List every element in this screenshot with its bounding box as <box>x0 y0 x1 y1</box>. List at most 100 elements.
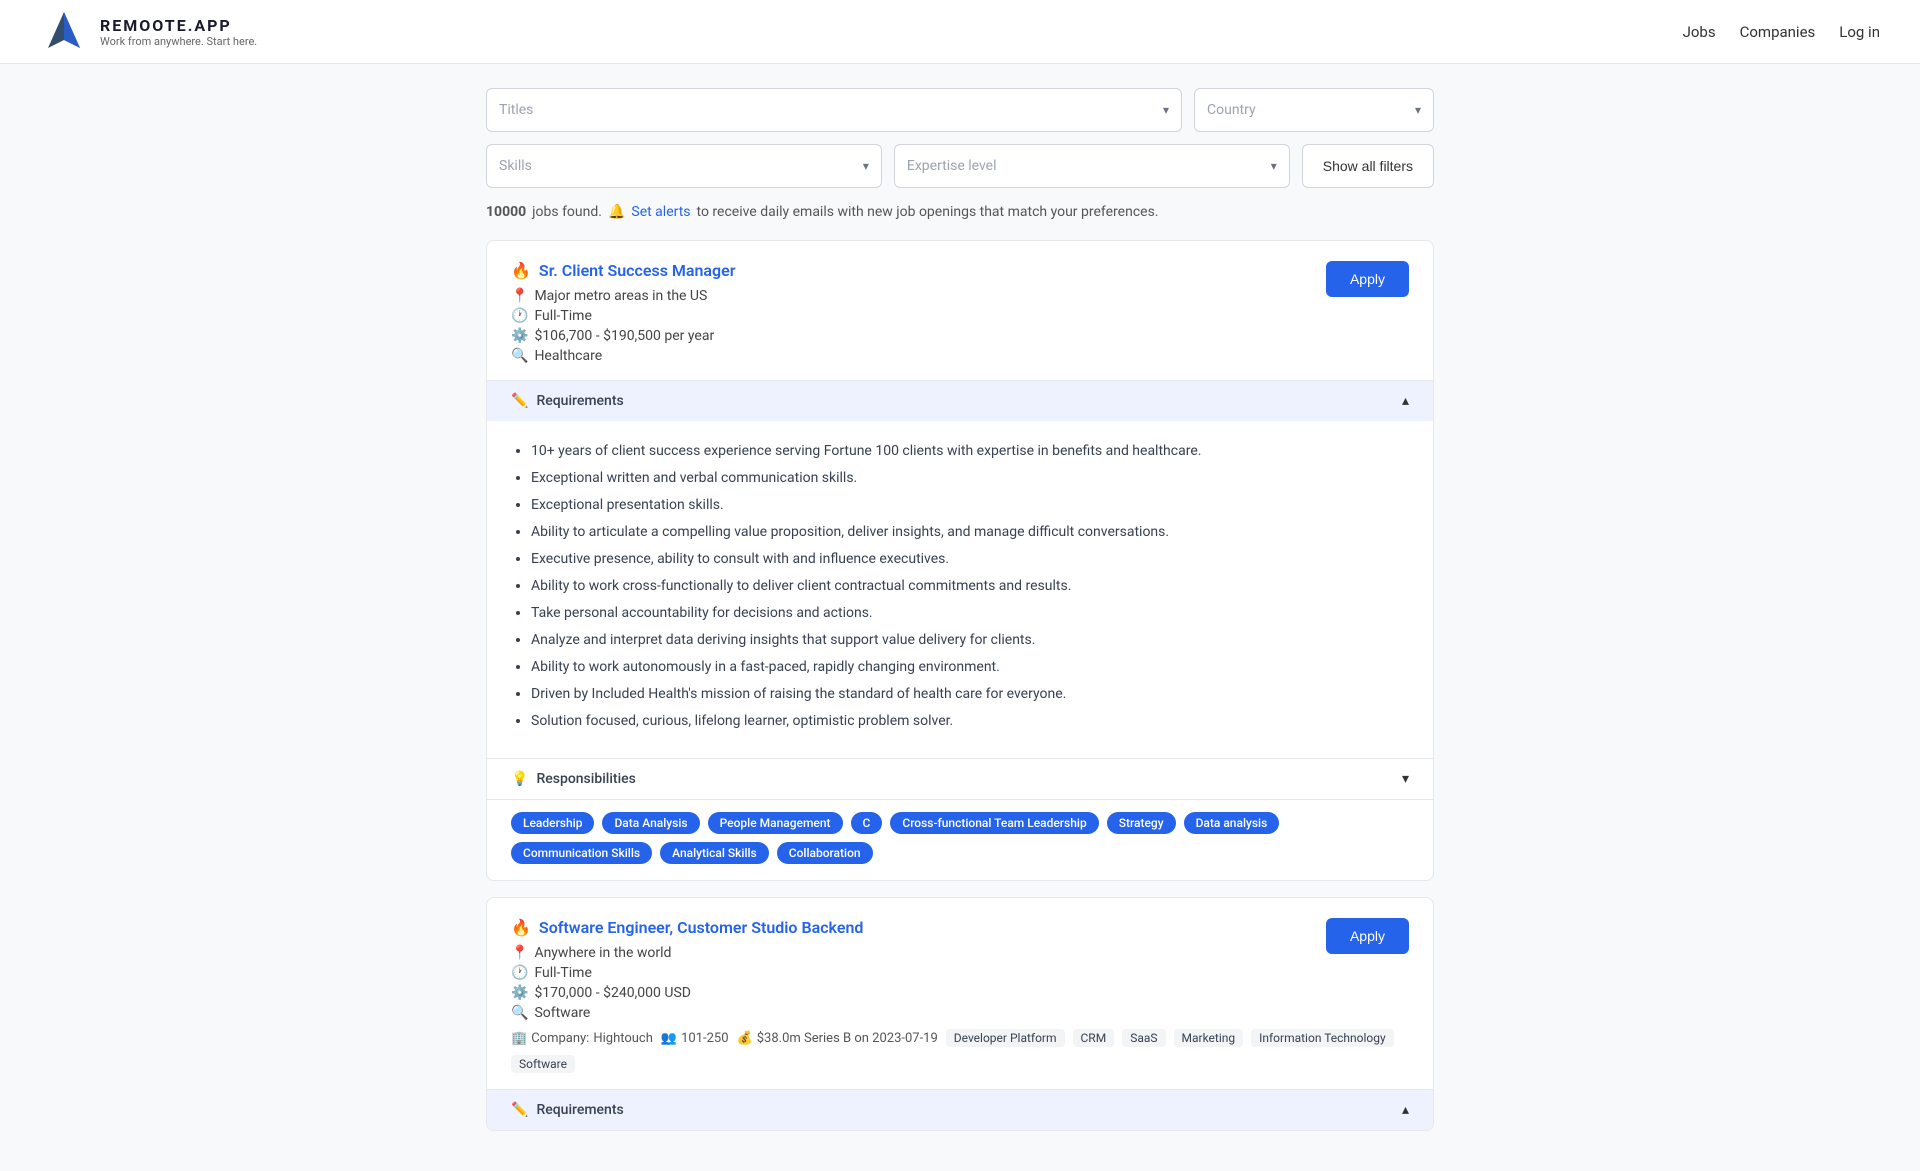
requirements-label-2: Requirements <box>536 1102 623 1118</box>
job-title-2[interactable]: 🔥 Software Engineer, Customer Studio Bac… <box>511 918 1409 937</box>
req-item: Driven by Included Health's mission of r… <box>531 684 1409 705</box>
expertise-placeholder: Expertise level <box>907 158 997 174</box>
req-item: Solution focused, curious, lifelong lear… <box>531 711 1409 732</box>
job-title-1[interactable]: 🔥 Sr. Client Success Manager <box>511 261 1409 280</box>
clock-icon-1: 🕐 <box>511 308 528 324</box>
tag-strategy[interactable]: Strategy <box>1107 812 1176 834</box>
titles-filter[interactable]: Titles ▾ <box>486 88 1182 132</box>
set-alerts-link[interactable]: Set alerts <box>631 204 690 220</box>
chevron-up-icon-1: ▴ <box>1402 393 1409 409</box>
job-category-2: 🔍 Software <box>511 1005 1409 1021</box>
apply-button-2[interactable]: Apply <box>1326 918 1409 954</box>
category-icon-1: 🔍 <box>511 348 528 364</box>
results-count-label: jobs found. <box>532 204 602 220</box>
company-tag-crm: CRM <box>1073 1029 1115 1047</box>
results-count: 10000 <box>486 204 526 220</box>
logo-icon <box>40 8 88 56</box>
responsibilities-header-1[interactable]: 💡 Responsibilities ▾ <box>487 759 1433 799</box>
chevron-down-responsibilities-icon: ▾ <box>1402 771 1409 787</box>
results-info: 10000 jobs found. 🔔 Set alerts to receiv… <box>486 204 1434 220</box>
nav-companies[interactable]: Companies <box>1740 23 1816 41</box>
country-filter[interactable]: Country ▾ <box>1194 88 1434 132</box>
req-item: Ability to work cross-functionally to de… <box>531 576 1409 597</box>
fire-icon-2: 🔥 <box>511 918 531 937</box>
nav-jobs[interactable]: Jobs <box>1683 23 1716 41</box>
funding-2: 💰 $38.0m Series B on 2023-07-19 <box>737 1031 938 1046</box>
tag-people-mgmt[interactable]: People Management <box>708 812 843 834</box>
job-card-2: 🔥 Software Engineer, Customer Studio Bac… <box>486 897 1434 1131</box>
money-icon-2: ⚙️ <box>511 985 528 1001</box>
tag-c[interactable]: C <box>851 812 883 834</box>
req-item: 10+ years of client success experience s… <box>531 441 1409 462</box>
tag-leadership[interactable]: Leadership <box>511 812 594 834</box>
requirements-section-2: ✏️ Requirements ▴ <box>487 1089 1433 1130</box>
pencil-icon-1: ✏️ <box>511 393 528 409</box>
req-item: Take personal accountability for decisio… <box>531 603 1409 624</box>
skills-chevron-icon: ▾ <box>863 159 869 173</box>
alerts-suffix: to receive daily emails with new job ope… <box>697 204 1159 220</box>
logo-text: REMOOTE.APP Work from anywhere. Start he… <box>100 16 257 48</box>
requirements-section-1: ✏️ Requirements ▴ 10+ years of client su… <box>487 380 1433 758</box>
job-category-1: 🔍 Healthcare <box>511 348 1409 364</box>
requirements-list-1: 10+ years of client success experience s… <box>511 441 1409 732</box>
pencil-icon-2: ✏️ <box>511 1102 528 1118</box>
fire-icon-1: 🔥 <box>511 261 531 280</box>
job-location-2: 📍 Anywhere in the world <box>511 945 1409 961</box>
show-all-filters-button[interactable]: Show all filters <box>1302 144 1434 188</box>
navbar: REMOOTE.APP Work from anywhere. Start he… <box>0 0 1920 64</box>
tag-cross-functional[interactable]: Cross-functional Team Leadership <box>890 812 1098 834</box>
bulb-icon-1: 💡 <box>511 771 528 787</box>
req-item: Exceptional written and verbal communica… <box>531 468 1409 489</box>
company-name-2: 🏢 Company: Hightouch <box>511 1031 653 1046</box>
chevron-up-icon-2: ▴ <box>1402 1102 1409 1118</box>
req-item: Ability to work autonomously in a fast-p… <box>531 657 1409 678</box>
skills-filter[interactable]: Skills ▾ <box>486 144 882 188</box>
tag-data-analysis[interactable]: Data Analysis <box>602 812 699 834</box>
main-content: Titles ▾ Country ▾ Skills ▾ Expertise le… <box>470 64 1450 1171</box>
requirements-header-1[interactable]: ✏️ Requirements ▴ <box>487 381 1433 421</box>
req-item: Analyze and interpret data deriving insi… <box>531 630 1409 651</box>
company-tag-software: Software <box>511 1055 575 1073</box>
job-salary-2: ⚙️ $170,000 - $240,000 USD <box>511 985 1409 1001</box>
tag-data-analysis-2[interactable]: Data analysis <box>1184 812 1280 834</box>
filters-row-2: Skills ▾ Expertise level ▾ Show all filt… <box>486 144 1434 188</box>
country-chevron-icon: ▾ <box>1415 103 1421 117</box>
responsibilities-section-1: 💡 Responsibilities ▾ <box>487 758 1433 799</box>
money-icon-1: ⚙️ <box>511 328 528 344</box>
job-type-2: 🕐 Full-Time <box>511 965 1409 981</box>
job-meta-2: 📍 Anywhere in the world 🕐 Full-Time ⚙️ $… <box>511 945 1409 1021</box>
tag-collab[interactable]: Collaboration <box>777 842 873 864</box>
logo-title: REMOOTE.APP <box>100 16 257 35</box>
company-tag-dev: Developer Platform <box>946 1029 1065 1047</box>
tags-row-1: Leadership Data Analysis People Manageme… <box>487 799 1433 880</box>
logo-area: REMOOTE.APP Work from anywhere. Start he… <box>40 8 257 56</box>
job-card-1: 🔥 Sr. Client Success Manager 📍 Major met… <box>486 240 1434 881</box>
expertise-filter[interactable]: Expertise level ▾ <box>894 144 1290 188</box>
category-icon-2: 🔍 <box>511 1005 528 1021</box>
req-item: Exceptional presentation skills. <box>531 495 1409 516</box>
titles-chevron-icon: ▾ <box>1163 103 1169 117</box>
tag-analytical[interactable]: Analytical Skills <box>660 842 769 864</box>
req-item: Ability to articulate a compelling value… <box>531 522 1409 543</box>
job-type-1: 🕐 Full-Time <box>511 308 1409 324</box>
skills-placeholder: Skills <box>499 158 532 174</box>
apply-button-1[interactable]: Apply <box>1326 261 1409 297</box>
funding-icon-2: 💰 <box>737 1031 753 1046</box>
nav-links: Jobs Companies Log in <box>1683 23 1880 41</box>
company-tag-it: Information Technology <box>1251 1029 1394 1047</box>
pin-icon-2: 📍 <box>511 945 528 961</box>
titles-placeholder: Titles <box>499 102 533 118</box>
tag-comm-skills[interactable]: Communication Skills <box>511 842 652 864</box>
requirements-header-2[interactable]: ✏️ Requirements ▴ <box>487 1090 1433 1130</box>
people-icon-2: 👥 <box>661 1031 677 1046</box>
company-tag-marketing: Marketing <box>1174 1029 1244 1047</box>
filters-row-1: Titles ▾ Country ▾ <box>486 88 1434 132</box>
job-header-2: 🔥 Software Engineer, Customer Studio Bac… <box>487 898 1433 1089</box>
requirements-body-1: 10+ years of client success experience s… <box>487 421 1433 758</box>
company-tag-saas: SaaS <box>1122 1029 1165 1047</box>
requirements-label-1: Requirements <box>536 393 623 409</box>
company-icon-2: 🏢 <box>511 1031 527 1046</box>
job-location-1: 📍 Major metro areas in the US <box>511 288 1409 304</box>
logo-subtitle: Work from anywhere. Start here. <box>100 35 257 48</box>
nav-login[interactable]: Log in <box>1839 23 1880 41</box>
